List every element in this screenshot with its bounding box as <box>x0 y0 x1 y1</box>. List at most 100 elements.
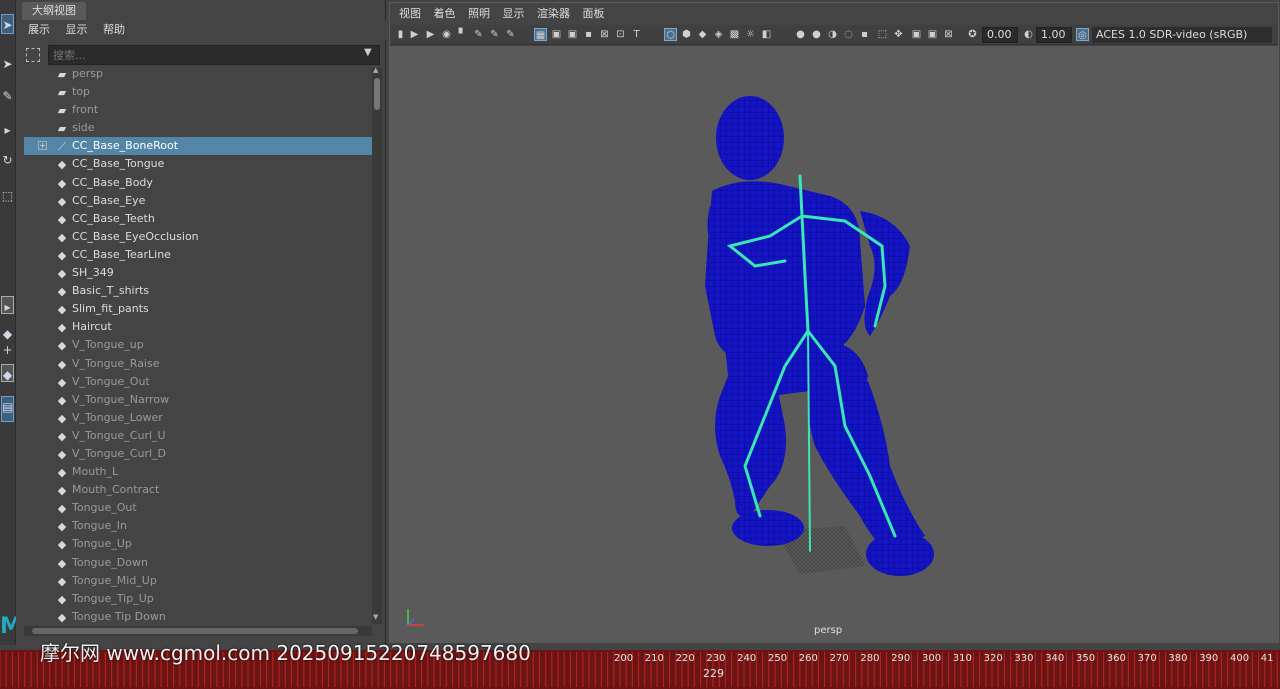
menu-show[interactable]: 显示 <box>66 20 88 40</box>
xray-joints-icon[interactable]: ✥ <box>892 28 905 41</box>
ao-icon[interactable]: ● <box>794 28 807 41</box>
outliner-row[interactable]: ◆ Basic_T_shirts <box>24 282 372 300</box>
horizontal-scrollbar[interactable] <box>24 626 372 636</box>
safe-action-icon[interactable]: ⊡ <box>614 28 627 41</box>
outliner-row[interactable]: ◆ CC_Base_Teeth <box>24 210 372 228</box>
default-material-icon[interactable]: ◆ <box>696 28 709 41</box>
grease-pencil-icon[interactable]: ✎ <box>488 28 501 41</box>
move-tool-icon[interactable]: ▸ <box>1 120 14 140</box>
menu-renderer[interactable]: 渲染器 <box>537 3 570 25</box>
outliner-row[interactable]: ◆ CC_Base_TearLine <box>24 246 372 264</box>
scroll-down-icon[interactable]: ▼ <box>373 613 378 621</box>
scroll-up-icon[interactable]: ▲ <box>373 66 378 74</box>
outliner-row[interactable]: ◆ Haircut <box>24 318 372 336</box>
dof-icon[interactable]: ◌ <box>842 28 855 41</box>
image-plane-icon[interactable]: ◉ <box>440 28 453 41</box>
color-management-icon[interactable]: ◎ <box>1076 28 1089 41</box>
gamma-icon[interactable]: ◐ <box>1022 28 1035 41</box>
xray-icon[interactable]: ⬚ <box>876 28 889 41</box>
outliner-row[interactable]: ◆ Mouth_L <box>24 463 372 481</box>
h-scroll-thumb[interactable] <box>32 628 358 634</box>
2d-pan-icon[interactable]: ✎ <box>472 28 485 41</box>
lights-icon[interactable]: ☼ <box>744 28 757 41</box>
textured-icon[interactable]: ▩ <box>728 28 741 41</box>
outliner-row[interactable]: ◆ Mouth_Contract <box>24 481 372 499</box>
camera-attributes-icon[interactable]: ▶ <box>408 28 421 41</box>
outliner-row[interactable]: ◆ Tongue_Tip_Up <box>24 590 372 608</box>
outliner-row[interactable]: ◆ V_Tongue_Curl_D <box>24 445 372 463</box>
resolution-gate-icon[interactable]: ▣ <box>566 28 579 41</box>
outliner-row[interactable]: ◆ Tongue Tip Down <box>24 608 372 625</box>
bookmark-icon[interactable]: ▶ <box>424 28 437 41</box>
outliner-row[interactable]: ◆ CC_Base_Tongue <box>24 155 372 173</box>
hud-icon[interactable]: ⊠ <box>942 28 955 41</box>
lasso-tool-icon[interactable]: ➤ <box>1 54 14 74</box>
outliner-row[interactable]: ◆ V_Tongue_Out <box>24 373 372 391</box>
xray-active-icon[interactable]: ▣ <box>910 28 923 41</box>
vertical-scrollbar[interactable]: ▲ ▼ <box>372 66 382 624</box>
backface-icon[interactable]: ▣ <box>926 28 939 41</box>
outliner-row[interactable]: ▰ top <box>24 83 372 101</box>
menu-display[interactable]: 展示 <box>28 20 50 40</box>
safe-title-icon[interactable]: T <box>630 28 643 41</box>
gamma-field[interactable]: 1.00 <box>1036 27 1072 43</box>
wireframe-on-shaded-icon[interactable]: ◈ <box>712 28 725 41</box>
menu-show-vp[interactable]: 显示 <box>503 3 525 25</box>
exposure-icon[interactable]: ✪ <box>966 28 979 41</box>
exposure-field[interactable]: 0.00 <box>982 27 1018 43</box>
outliner-row[interactable]: ◆ Slim_fit_pants <box>24 300 372 318</box>
isolate-select-icon[interactable]: ▪ <box>858 28 871 41</box>
select-tool-icon[interactable]: ➤ <box>1 14 14 34</box>
outliner-row[interactable]: ◆ Tongue_Up <box>24 535 372 553</box>
expand-icon[interactable]: + <box>38 141 47 151</box>
outliner-row[interactable]: ▰ side <box>24 119 372 137</box>
layout-single-icon[interactable]: ▸ <box>1 296 14 314</box>
outliner-row[interactable]: ◆ CC_Base_Eye <box>24 192 372 210</box>
wireframe-icon[interactable]: ⬡ <box>664 28 677 41</box>
menu-shading[interactable]: 着色 <box>434 3 456 25</box>
outliner-row[interactable]: ◆ Tongue_Mid_Up <box>24 572 372 590</box>
shadows-icon[interactable]: ◧ <box>760 28 773 41</box>
outliner-row[interactable]: ◆ V_Tongue_up <box>24 336 372 354</box>
outliner-row[interactable]: ◆ Tongue_Down <box>24 554 372 572</box>
scroll-thumb[interactable] <box>374 78 380 110</box>
outliner-row[interactable]: ◆ V_Tongue_Raise <box>24 355 372 373</box>
antialias-icon[interactable]: ◑ <box>826 28 839 41</box>
outliner-row[interactable]: ◆ V_Tongue_Narrow <box>24 391 372 409</box>
motion-blur-icon[interactable]: ● <box>810 28 823 41</box>
menu-panels[interactable]: 面板 <box>583 3 605 25</box>
outliner-row[interactable]: ◆ V_Tongue_Lower <box>24 409 372 427</box>
viewport-canvas[interactable]: persp <box>390 46 1278 642</box>
outliner-row[interactable]: ◆ SH_349 <box>24 264 372 282</box>
bookmark-flag-icon[interactable]: ▘ <box>456 28 469 41</box>
layout-outliner-icon[interactable]: ▤ <box>1 396 14 422</box>
gate-mask-icon[interactable]: ▪ <box>582 28 595 41</box>
paint-select-icon[interactable]: ✎ <box>1 86 14 106</box>
film-gate-icon[interactable]: ▣ <box>550 28 563 41</box>
outliner-row[interactable]: ◆ CC_Base_EyeOcclusion <box>24 228 372 246</box>
camera-select-icon[interactable]: ▮ <box>394 28 407 41</box>
outliner-row[interactable]: ◆ V_Tongue_Curl_U <box>24 427 372 445</box>
search-input[interactable] <box>48 45 380 65</box>
outliner-row[interactable]: + ⟋ CC_Base_BoneRoot <box>24 137 372 156</box>
layout-add-icon[interactable]: + <box>1 340 14 360</box>
outliner-row[interactable]: ▰ persp <box>24 65 372 83</box>
menu-help[interactable]: 帮助 <box>103 20 125 40</box>
layout-persp-icon[interactable]: ◆ <box>1 364 14 382</box>
outliner-tab[interactable]: 大纲视图 <box>22 2 86 20</box>
scale-tool-icon[interactable]: ⬚ <box>1 186 14 206</box>
outliner-row[interactable]: ◆ CC_Base_Body <box>24 174 372 192</box>
field-chart-icon[interactable]: ⊠ <box>598 28 611 41</box>
outliner-row[interactable]: ◆ Tongue_Out <box>24 499 372 517</box>
rotate-tool-icon[interactable]: ↻ <box>1 150 14 170</box>
filter-icon[interactable] <box>26 48 40 62</box>
outliner-row[interactable]: ▰ front <box>24 101 372 119</box>
smooth-shade-icon[interactable]: ⬢ <box>680 28 693 41</box>
chevron-down-icon[interactable]: ▼ <box>364 47 372 58</box>
color-management-view[interactable]: ACES 1.0 SDR-video (sRGB) <box>1092 27 1272 43</box>
menu-lighting[interactable]: 照明 <box>468 3 490 25</box>
outliner-row[interactable]: ◆ Tongue_In <box>24 517 372 535</box>
grid-icon[interactable]: ▦ <box>534 28 547 41</box>
menu-view[interactable]: 视图 <box>399 3 421 25</box>
camera-tool-icon[interactable]: ✎ <box>504 28 517 41</box>
